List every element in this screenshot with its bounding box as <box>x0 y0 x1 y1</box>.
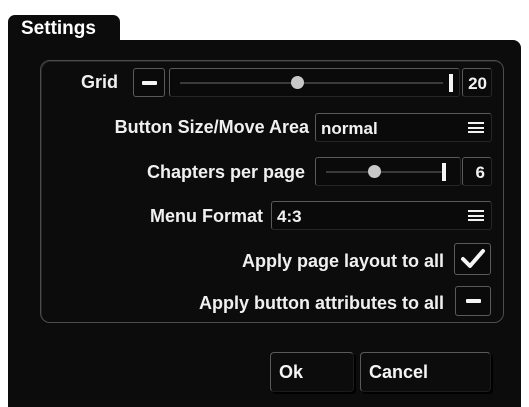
chapters-slider[interactable] <box>315 157 461 186</box>
minus-icon <box>141 80 157 85</box>
cancel-button[interactable]: Cancel <box>360 352 491 392</box>
ok-button-label: Ok <box>279 362 304 382</box>
grid-value: 20 <box>468 74 487 93</box>
grid-value-box: 20 <box>462 68 492 97</box>
chapters-label: Chapters per page <box>146 162 305 182</box>
menu-format-value: 4:3 <box>277 207 302 226</box>
menu-format-label: Menu Format <box>149 206 263 226</box>
menu-lines-icon <box>468 122 484 133</box>
button-size-label: Button Size/Move Area <box>114 117 309 137</box>
grid-toggle-button[interactable] <box>133 68 165 97</box>
grid-label: Grid <box>80 72 118 92</box>
chapters-slider-track <box>326 171 444 173</box>
apply-buttons-checkbox[interactable] <box>455 286 491 316</box>
grid-slider[interactable] <box>169 68 460 97</box>
grid-slider-knob[interactable] <box>290 76 304 89</box>
cancel-button-label: Cancel <box>369 362 429 382</box>
dialog-title: Settings <box>21 18 96 39</box>
apply-buttons-label: Apply button attributes to all <box>199 293 444 313</box>
apply-layout-label: Apply page layout to all <box>241 251 444 271</box>
chapters-slider-knob[interactable] <box>367 165 381 178</box>
chapters-value: 6 <box>475 163 485 182</box>
settings-panel <box>40 60 504 323</box>
button-size-dropdown[interactable]: normal <box>315 113 492 142</box>
menu-format-dropdown[interactable]: 4:3 <box>271 201 492 230</box>
menu-lines-icon <box>468 210 484 221</box>
chapters-slider-end <box>442 163 446 181</box>
grid-slider-end <box>449 74 453 92</box>
apply-layout-checkbox[interactable] <box>454 243 491 275</box>
ok-button[interactable]: Ok <box>270 352 354 392</box>
button-size-value: normal <box>321 119 378 138</box>
minus-icon <box>465 299 481 303</box>
grid-slider-track <box>180 82 443 84</box>
chapters-value-box: 6 <box>462 157 492 186</box>
checkmark-icon <box>460 249 485 268</box>
